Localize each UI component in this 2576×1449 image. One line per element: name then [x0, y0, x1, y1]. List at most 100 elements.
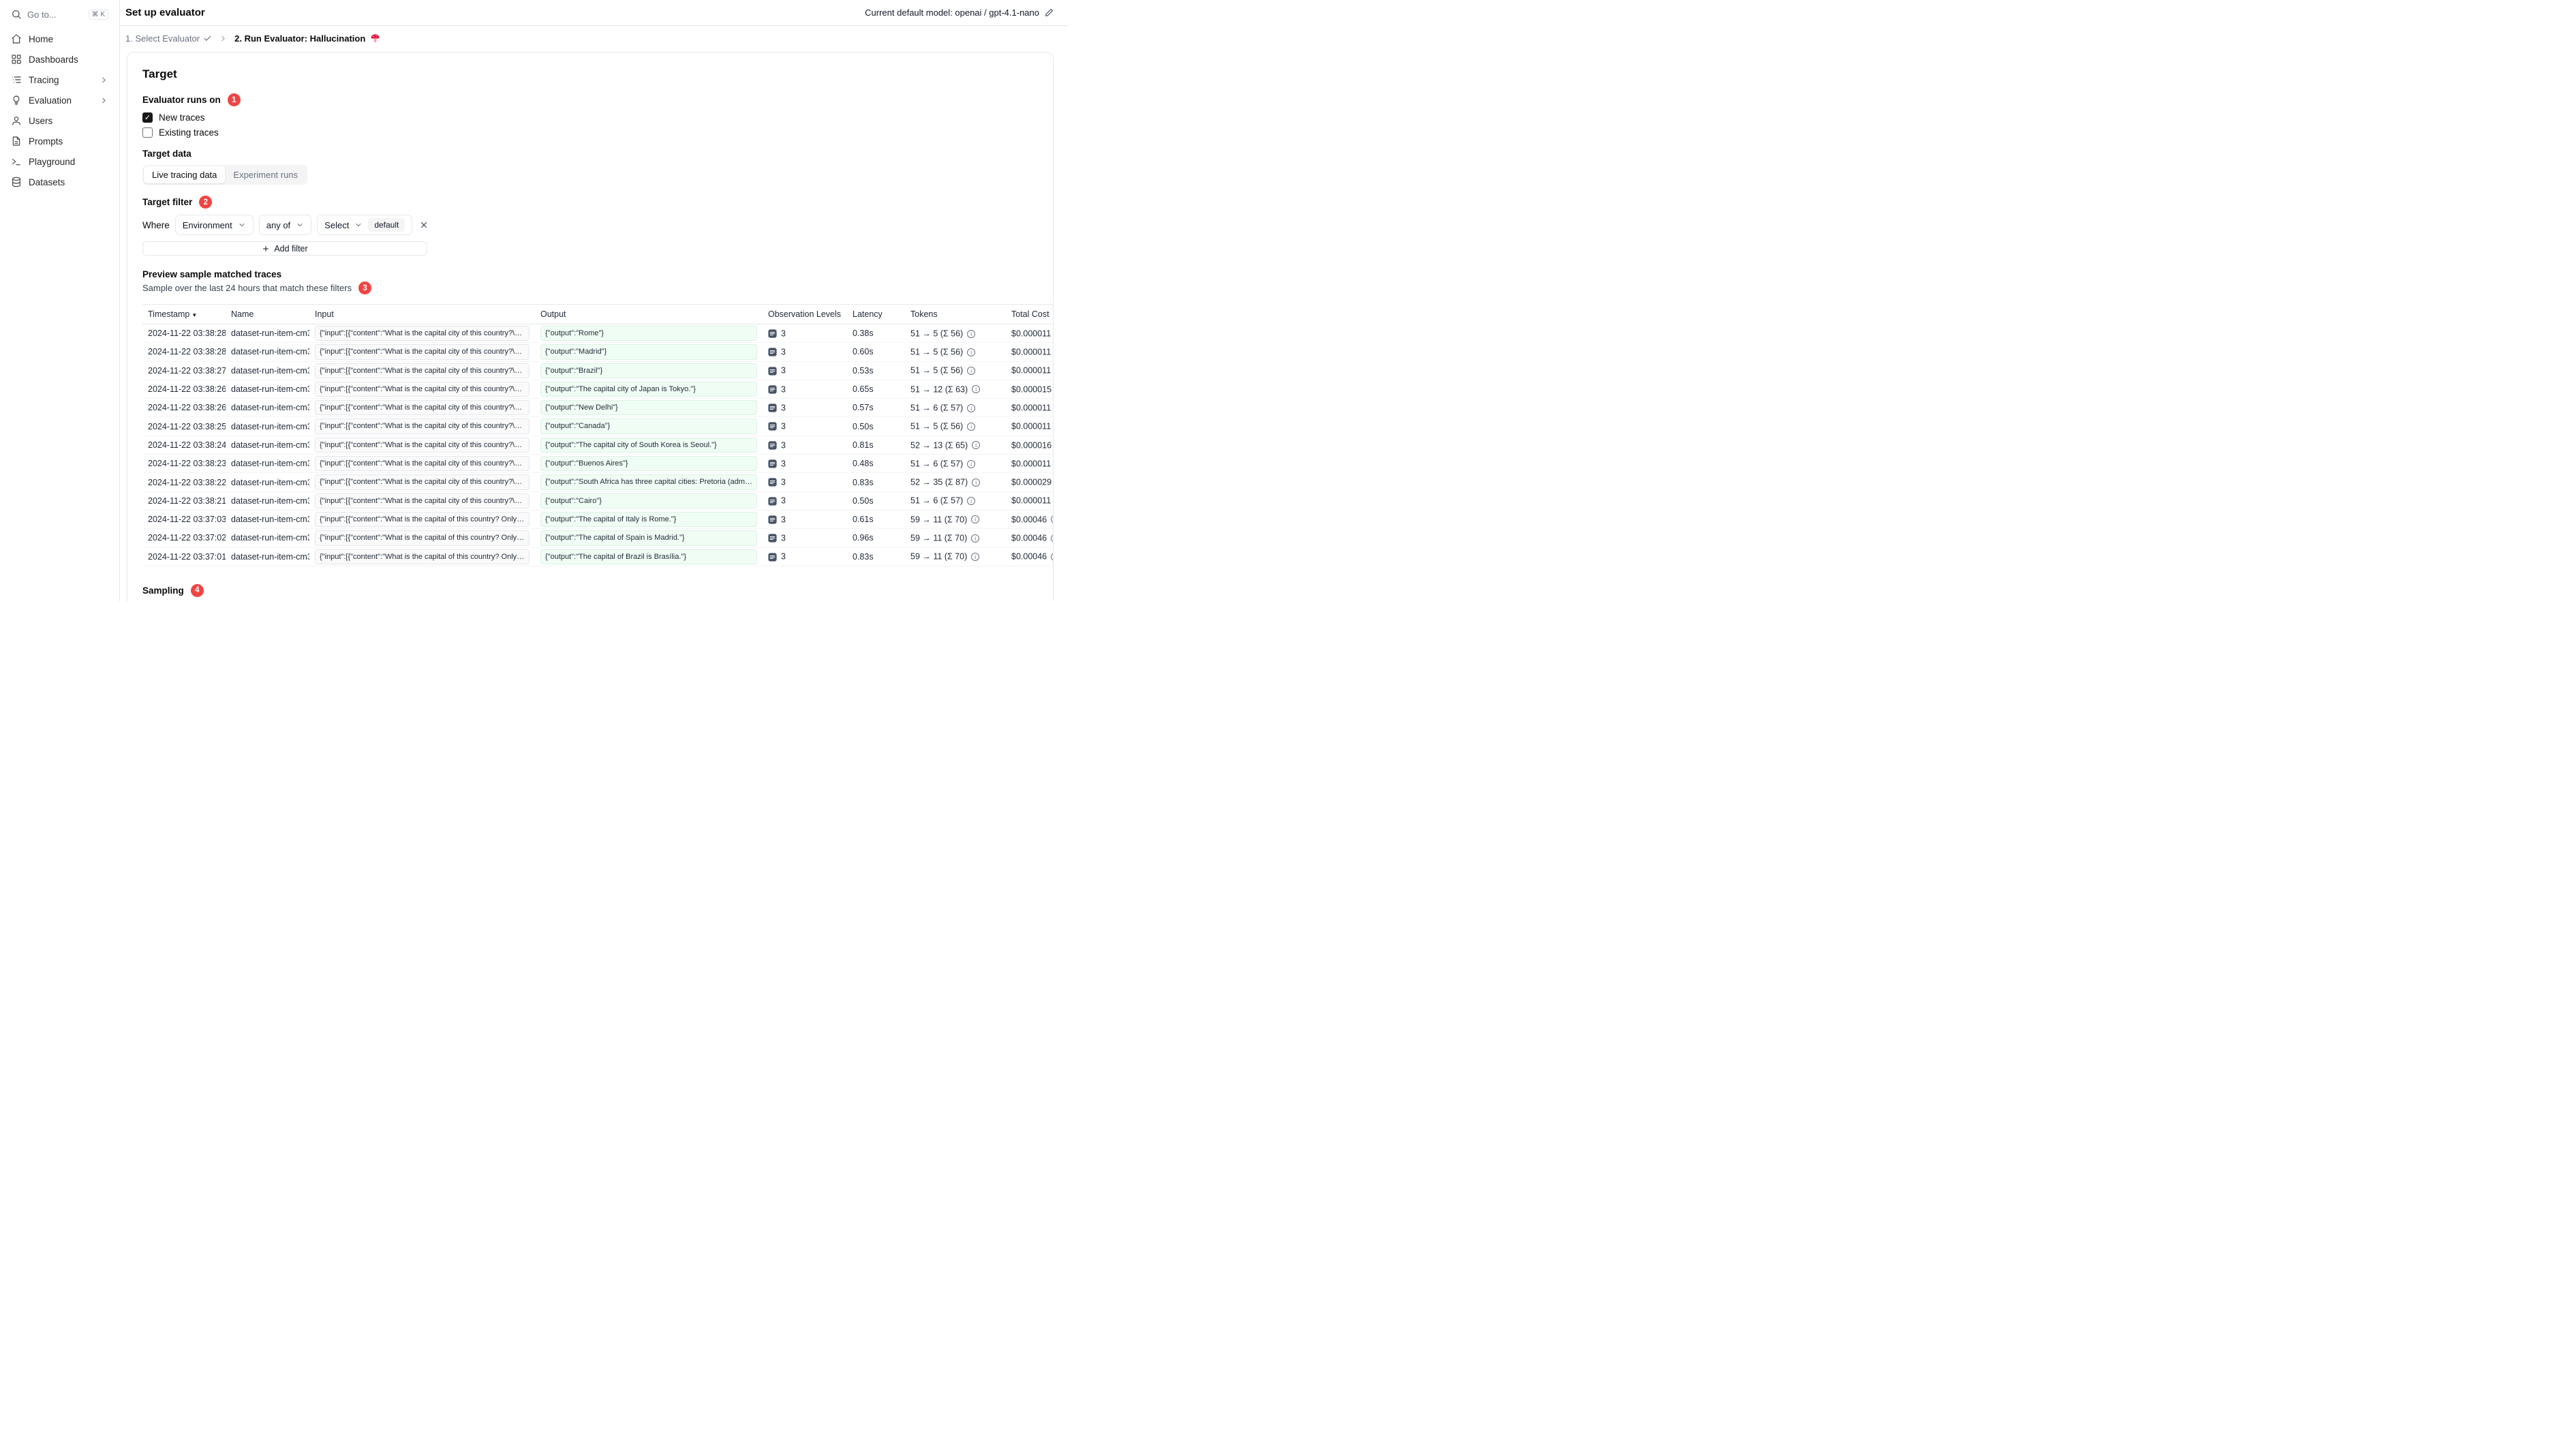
tokens-cell: 52 → 35 (Σ 87) i	[905, 472, 1006, 492]
remove-filter-icon[interactable]	[418, 219, 430, 231]
output-cell: {"output":"The capital city of South Kor…	[535, 436, 763, 455]
column-header-total-cost[interactable]: Total Cost	[1006, 305, 1053, 324]
input-cell: {"input":[{"content":"What is the capita…	[309, 324, 535, 344]
step-badge-3: 3	[358, 281, 372, 294]
observation-levels-icon	[768, 478, 777, 487]
new-traces-checkbox-row[interactable]: ✓ New traces	[142, 112, 1038, 123]
info-icon: i	[967, 403, 976, 412]
trace-row[interactable]: 2024-11-22 03:38:28dataset-run-item-cm3s…	[142, 342, 1053, 362]
trace-row[interactable]: 2024-11-22 03:38:25dataset-run-item-cm3s…	[142, 416, 1053, 436]
name-cell: dataset-run-item-cm3s4	[226, 472, 309, 492]
hallucination-icon	[371, 34, 380, 43]
latency-cell: 0.50s	[847, 416, 905, 436]
sampling-label: Sampling	[142, 585, 184, 596]
column-header-input[interactable]: Input	[309, 305, 535, 324]
name-cell: dataset-run-item-cm3s4	[226, 416, 309, 436]
observation-levels-icon	[768, 403, 777, 412]
tracing-icon	[11, 74, 22, 85]
trace-row[interactable]: 2024-11-22 03:38:28dataset-run-item-cm3s…	[142, 324, 1053, 344]
existing-traces-checkbox[interactable]	[142, 127, 153, 138]
sidebar-item-home[interactable]: Home	[5, 29, 114, 49]
trace-row[interactable]: 2024-11-22 03:37:01dataset-run-item-cm3s…	[142, 547, 1053, 566]
sidebar-item-label: Dashboards	[29, 54, 78, 65]
sidebar-item-playground[interactable]: Playground	[5, 151, 114, 172]
observation-levels-cell: 3	[763, 416, 847, 436]
trace-row[interactable]: 2024-11-22 03:38:26dataset-run-item-cm3s…	[142, 380, 1053, 399]
column-header-name[interactable]: Name	[226, 305, 309, 324]
add-filter-button[interactable]: Add filter	[142, 241, 427, 256]
filter-operator-select[interactable]: any of	[258, 215, 312, 235]
traces-table-body: 2024-11-22 03:38:28dataset-run-item-cm3s…	[142, 324, 1053, 566]
step-select-evaluator[interactable]: 1. Select Evaluator	[125, 33, 212, 44]
trace-row[interactable]: 2024-11-22 03:38:21dataset-run-item-cm3s…	[142, 491, 1053, 510]
tab-experiment-runs[interactable]: Experiment runs	[225, 166, 306, 183]
name-cell: dataset-run-item-cm3s4	[226, 361, 309, 380]
sidebar-item-datasets[interactable]: Datasets	[5, 172, 114, 192]
output-cell: {"output":"The capital of Italy is Rome.…	[535, 510, 763, 530]
observation-levels-icon	[768, 497, 777, 506]
sidebar-item-label: Evaluation	[29, 95, 72, 106]
observation-levels-icon	[768, 459, 777, 468]
name-cell: dataset-run-item-cm3s4	[226, 324, 309, 344]
new-traces-checkbox[interactable]: ✓	[142, 112, 153, 123]
main-area: Set up evaluator Current default model: …	[120, 0, 1069, 601]
name-cell: dataset-run-item-cm3s4	[226, 454, 309, 474]
tokens-cell: 51 → 5 (Σ 56) i	[905, 342, 1006, 362]
latency-cell: 0.50s	[847, 491, 905, 510]
filter-value-select[interactable]: Select default	[317, 215, 413, 235]
name-cell: dataset-run-item-cm3s4	[226, 380, 309, 399]
column-header-tokens[interactable]: Tokens	[905, 305, 1006, 324]
trace-row[interactable]: 2024-11-22 03:38:26dataset-run-item-cm3s…	[142, 398, 1053, 418]
observation-levels-cell: 3	[763, 528, 847, 548]
observation-levels-icon	[768, 441, 777, 450]
info-icon: i	[967, 459, 976, 468]
trace-row[interactable]: 2024-11-22 03:38:27dataset-run-item-cm3s…	[142, 361, 1053, 380]
timestamp-cell: 2024-11-22 03:38:22	[142, 472, 226, 492]
info-icon: i	[967, 497, 976, 506]
existing-traces-checkbox-row[interactable]: Existing traces	[142, 127, 1038, 138]
goto-search[interactable]: Go to... ⌘ K	[5, 5, 114, 23]
trace-row[interactable]: 2024-11-22 03:38:24dataset-run-item-cm3s…	[142, 436, 1053, 455]
trace-row[interactable]: 2024-11-22 03:37:02dataset-run-item-cm3s…	[142, 528, 1053, 548]
traces-table-wrap: Timestamp ▼ Name Input Output Observation…	[142, 304, 1053, 566]
info-icon: i	[971, 553, 980, 562]
output-cell: {"output":"The capital of Spain is Madri…	[535, 528, 763, 548]
trace-row[interactable]: 2024-11-22 03:37:03dataset-run-item-cm3s…	[142, 510, 1053, 530]
tokens-cell: 51 → 6 (Σ 57) i	[905, 454, 1006, 474]
latency-cell: 0.83s	[847, 472, 905, 492]
preview-subtitle: Sample over the last 24 hours that match…	[142, 283, 352, 293]
target-card: Target Evaluator runs on 1 ✓ New traces	[127, 52, 1054, 601]
output-cell: {"output":"The capital city of Japan is …	[535, 380, 763, 399]
column-header-timestamp[interactable]: Timestamp ▼	[142, 305, 226, 324]
page-title: Set up evaluator	[125, 7, 205, 18]
sidebar-item-prompts[interactable]: Prompts	[5, 131, 114, 151]
filter-column-select[interactable]: Environment	[174, 215, 254, 235]
timestamp-cell: 2024-11-22 03:38:26	[142, 380, 226, 399]
tab-live-tracing-data[interactable]: Live tracing data	[144, 166, 226, 183]
observation-levels-icon	[768, 367, 777, 376]
chevron-right-icon	[99, 96, 108, 105]
column-header-latency[interactable]: Latency	[847, 305, 905, 324]
trace-row[interactable]: 2024-11-22 03:38:23dataset-run-item-cm3s…	[142, 454, 1053, 474]
edit-model-icon[interactable]	[1045, 8, 1054, 17]
sidebar-item-tracing[interactable]: Tracing	[5, 70, 114, 90]
tokens-cell: 59 → 11 (Σ 70) i	[905, 547, 1006, 566]
input-cell: {"input":[{"content":"What is the capita…	[309, 528, 535, 548]
step-badge-2: 2	[199, 196, 213, 209]
sidebar-item-dashboards[interactable]: Dashboards	[5, 49, 114, 70]
observation-levels-icon	[768, 534, 777, 543]
column-header-output[interactable]: Output	[535, 305, 763, 324]
prompts-icon	[11, 136, 22, 147]
sidebar-item-evaluation[interactable]: Evaluation	[5, 90, 114, 110]
trace-row[interactable]: 2024-11-22 03:38:22dataset-run-item-cm3s…	[142, 472, 1053, 492]
sidebar-item-users[interactable]: Users	[5, 110, 114, 131]
sidebar-item-label: Prompts	[29, 136, 63, 147]
latency-cell: 0.53s	[847, 361, 905, 380]
observation-levels-icon	[768, 385, 777, 394]
info-icon: i	[972, 478, 981, 487]
column-header-observation-levels[interactable]: Observation Levels	[763, 305, 847, 324]
sidebar: Go to... ⌘ K Home Dashboards Tracing Eva…	[0, 0, 120, 601]
goto-label: Go to...	[27, 9, 57, 20]
latency-cell: 0.38s	[847, 324, 905, 344]
step-run-evaluator: 2. Run Evaluator: Hallucination	[234, 33, 380, 44]
